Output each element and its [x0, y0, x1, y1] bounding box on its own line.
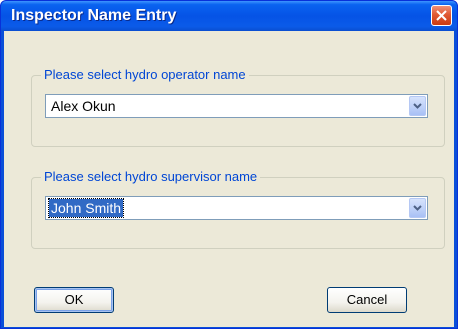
operator-dropdown-button[interactable] [409, 96, 426, 116]
cancel-button[interactable]: Cancel [327, 287, 407, 313]
window-title: Inspector Name Entry [11, 7, 177, 24]
operator-group: Please select hydro operator name Alex O… [31, 67, 445, 147]
supervisor-label: Please select hydro supervisor name [41, 169, 261, 184]
supervisor-dropdown-button[interactable] [409, 198, 426, 218]
operator-label: Please select hydro operator name [41, 67, 249, 82]
chevron-down-icon [413, 103, 422, 109]
operator-select[interactable]: Alex Okun [45, 94, 428, 118]
dialog-body: Please select hydro operator name Alex O… [4, 31, 454, 327]
close-button[interactable] [431, 5, 452, 26]
supervisor-select[interactable]: John Smith [45, 196, 428, 220]
supervisor-value: John Smith [47, 198, 125, 218]
operator-value: Alex Okun [51, 98, 116, 114]
close-icon [436, 10, 447, 21]
supervisor-group: Please select hydro supervisor name John… [31, 169, 445, 249]
title-bar[interactable]: Inspector Name Entry [1, 1, 457, 31]
ok-button[interactable]: OK [34, 287, 114, 313]
dialog-window: Inspector Name Entry Please select hydro… [0, 0, 458, 329]
chevron-down-icon [413, 205, 422, 211]
